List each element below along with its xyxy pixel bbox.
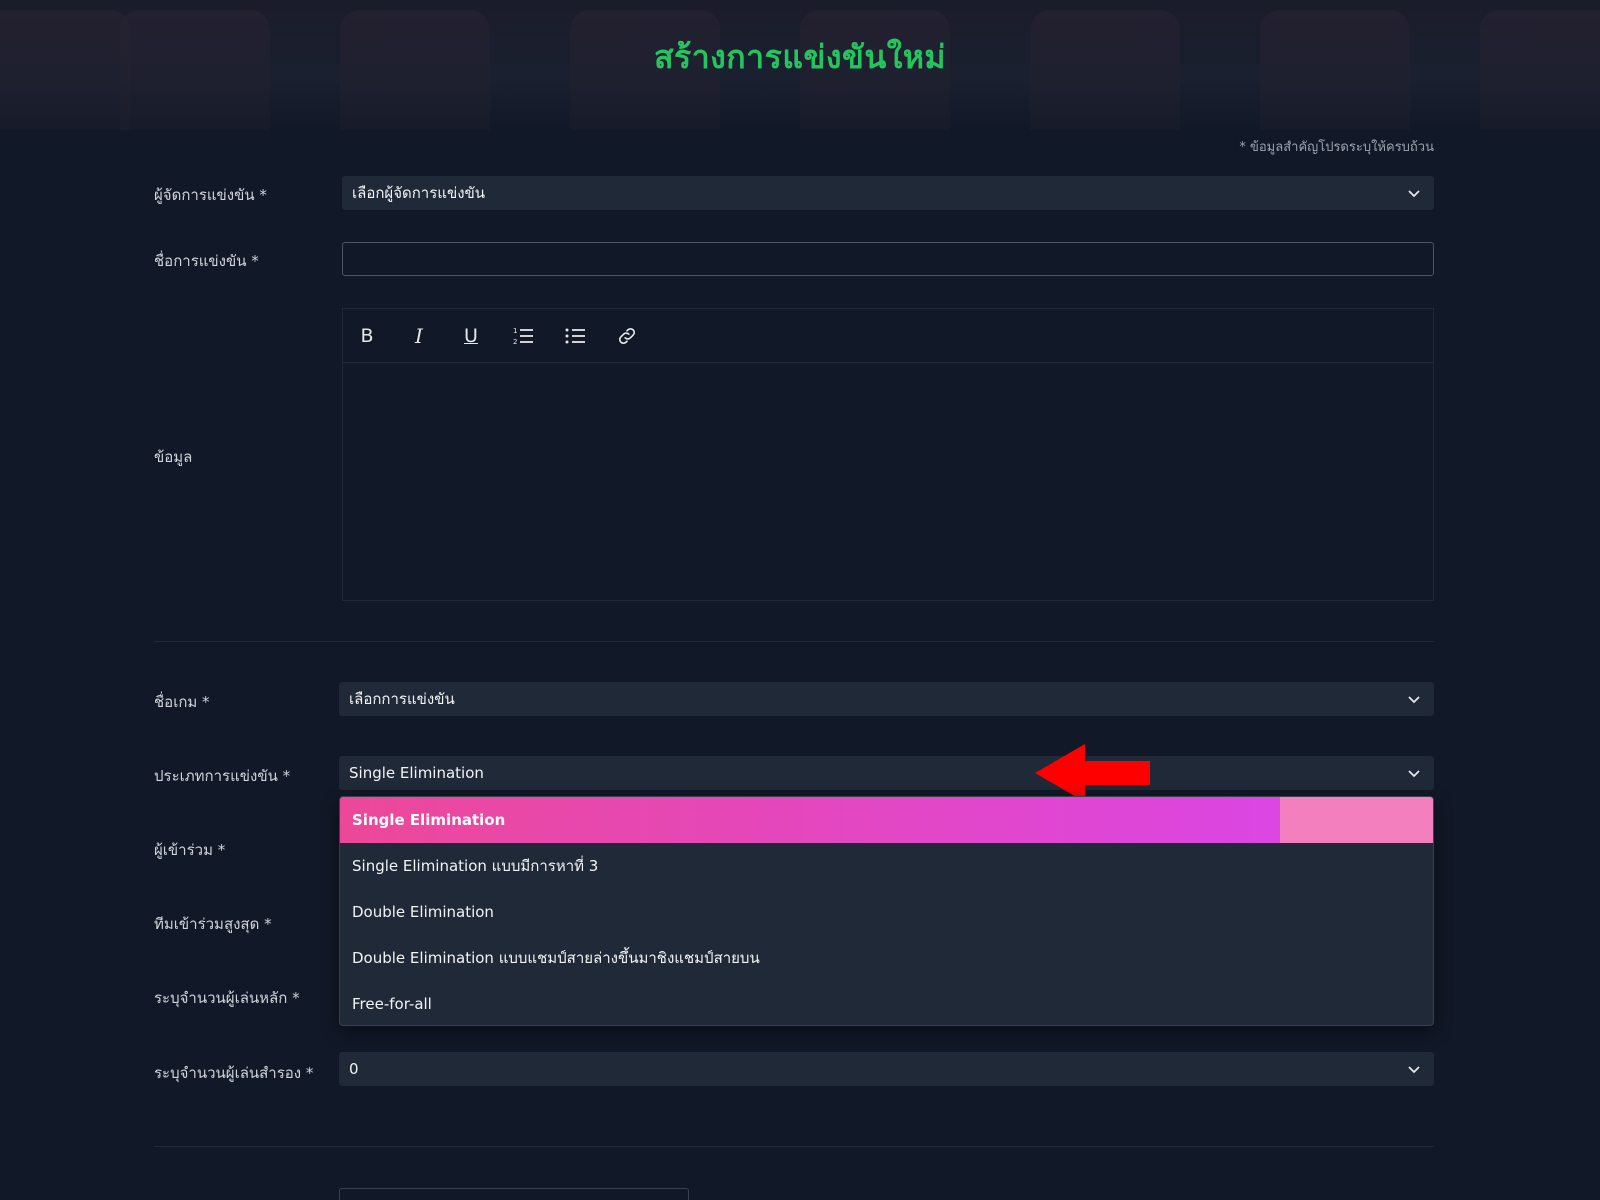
svg-text:2: 2 [513,338,517,346]
tournament-name-label: ชื่อการแข่งขัน * [154,252,259,270]
italic-icon[interactable]: I [407,324,431,348]
organizer-select-value: เลือกผู้จัดการแข่งขัน [352,184,486,202]
game-select[interactable]: เลือกการแข่งขัน [339,682,1434,716]
tournament-type-select[interactable]: Single Elimination [339,756,1434,790]
chevron-down-icon [1408,190,1420,198]
editor-toolbar: B I U 1 2 [343,309,1433,363]
dropdown-option[interactable]: Double Elimination แบบแชมป์สายล่างขึ้นมา… [340,935,1433,981]
option-label: Single Elimination [352,811,506,829]
max-teams-label: ทีมเข้าร่วมสูงสุด * [154,915,272,933]
red-arrow-icon [1035,744,1150,802]
link-svg [618,327,636,344]
ordered-list-icon[interactable]: 1 2 [511,324,535,348]
underline-icon[interactable]: U [459,324,483,348]
italic-glyph: I [415,323,423,348]
underline-glyph: U [464,324,478,347]
sub-players-select-value: 0 [349,1060,359,1078]
option-label: Single Elimination แบบมีการหาที่ 3 [352,857,599,875]
organizer-label: ผู้จัดการแข่งขัน * [154,186,267,204]
game-select-value: เลือกการแข่งขัน [349,690,455,708]
option-label: Double Elimination แบบแชมป์สายล่างขึ้นมา… [352,949,760,967]
link-icon[interactable] [615,324,639,348]
chevron-down-icon [1408,1066,1420,1074]
bullet-list-icon[interactable] [563,324,587,348]
svg-text:1: 1 [513,327,517,335]
dropdown-option[interactable]: Free-for-all [340,981,1433,1025]
ordered-list-svg: 1 2 [513,327,533,346]
page-title: สร้างการแข่งขันใหม่ [653,38,947,76]
dropdown-option[interactable]: Single Elimination แบบมีการหาที่ 3 [340,843,1433,889]
dropdown-option[interactable]: Double Elimination [340,889,1433,935]
sub-players-select[interactable]: 0 [339,1052,1434,1086]
main-players-label: ระบุจำนวนผู้เล่นหลัก * [154,989,300,1007]
rich-text-editor: B I U 1 2 [342,308,1434,601]
tournament-type-select-value: Single Elimination [349,764,484,782]
section-divider [154,641,1434,642]
tournament-type-dropdown: Single Elimination Single Elimination แบ… [339,796,1434,1026]
description-label: ข้อมูล [154,448,193,466]
page: สร้างการแข่งขันใหม่ * ข้อมูลสำคัญโปรดระบ… [0,0,1600,1200]
option-highlight-tail [1280,797,1433,843]
participants-label: ผู้เข้าร่วม * [154,841,226,859]
chevron-down-icon [1408,770,1420,778]
dropdown-option[interactable]: Single Elimination [340,797,1433,843]
chevron-down-icon [1408,696,1420,704]
editor-content-area[interactable] [343,363,1433,601]
section-divider [154,1146,1434,1147]
sub-players-label: ระบุจำนวนผู้เล่นสำรอง * [154,1064,314,1082]
organizer-select[interactable]: เลือกผู้จัดการแข่งขัน [342,176,1434,210]
tournament-name-input[interactable] [342,242,1434,276]
required-note: * ข้อมูลสำคัญโปรดระบุให้ครบถ้วน [1239,140,1434,155]
bullet-list-svg [565,328,585,343]
tournament-type-label: ประเภทการแข่งขัน * [154,767,291,785]
bold-icon[interactable]: B [355,324,379,348]
partial-input-box[interactable] [339,1188,689,1200]
bold-glyph: B [360,324,374,347]
option-label: Free-for-all [352,995,432,1013]
option-label: Double Elimination [352,903,494,921]
game-label: ชื่อเกม * [154,693,210,711]
hero-banner: สร้างการแข่งขันใหม่ [0,0,1600,130]
